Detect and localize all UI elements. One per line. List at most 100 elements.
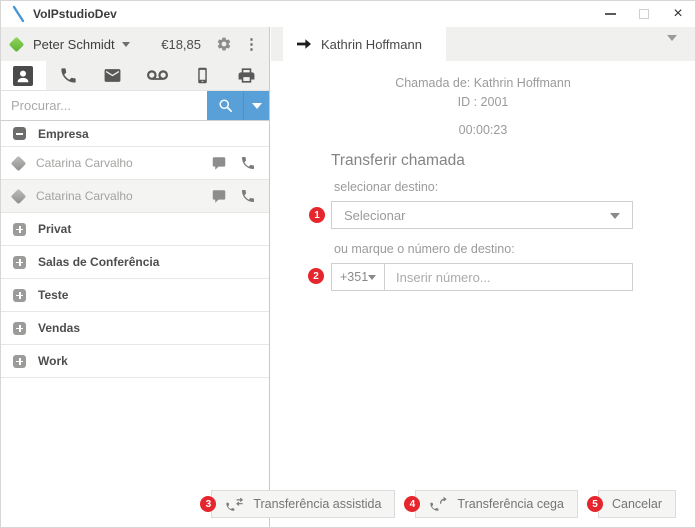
- close-button[interactable]: ×: [661, 1, 695, 27]
- call-panel: Kathrin Hoffmann Chamada de: Kathrin Hof…: [200, 27, 695, 527]
- call-icon[interactable]: [240, 155, 256, 171]
- tab-calls[interactable]: [46, 61, 91, 90]
- maximize-icon: [639, 9, 649, 19]
- more-menu-button[interactable]: ⋮: [244, 37, 259, 52]
- blind-transfer-group: 4 Transferência cega: [404, 490, 578, 518]
- tab-active-call[interactable]: Kathrin Hoffmann: [283, 27, 446, 61]
- search-input[interactable]: [1, 91, 207, 120]
- call-tabbar: Kathrin Hoffmann: [271, 27, 695, 61]
- blind-transfer-label: Transferência cega: [457, 497, 564, 511]
- transfer-actions: 3 Transferência assistida 4 Transferênci…: [200, 490, 676, 518]
- user-menu-caret-icon[interactable]: [121, 41, 130, 47]
- expand-icon: [13, 222, 26, 236]
- assisted-transfer-label: Transferência assistida: [253, 497, 382, 511]
- dial-destination-label: ou marque o número de destino:: [334, 242, 515, 256]
- tab-messages[interactable]: [90, 61, 135, 90]
- transfer-form: Transferir chamada selecionar destino: 1…: [308, 152, 633, 291]
- group-empresa[interactable]: Empresa: [1, 121, 269, 147]
- titlebar: VoIPstudioDev ×: [1, 1, 695, 27]
- app-window: VoIPstudioDev × Peter Schmidt €18,85 ⋮ P…: [0, 0, 696, 528]
- voicemail-icon: [146, 70, 168, 80]
- blind-transfer-button[interactable]: Transferência cega: [415, 490, 578, 518]
- step-badge-5: 5: [586, 496, 603, 512]
- tab-contacts[interactable]: [1, 61, 46, 90]
- user-name: Peter Schmidt: [33, 36, 115, 52]
- expand-icon: [13, 288, 26, 302]
- cancel-label: Cancelar: [611, 497, 662, 511]
- sidebar: Peter Schmidt €18,85 ⋮ Procurar... Empre…: [1, 27, 270, 527]
- select-destination-label: selecionar destino:: [334, 180, 439, 194]
- group-teste[interactable]: Teste: [1, 279, 269, 312]
- destination-select[interactable]: 1 Selecionar: [309, 201, 633, 229]
- caller-line: Chamada de: Kathrin Hoffmann: [395, 76, 571, 90]
- sidebar-tabs: [1, 61, 269, 91]
- phone-exchange-icon: [226, 497, 244, 511]
- chat-icon[interactable]: [211, 156, 227, 171]
- tab-list-button[interactable]: [667, 35, 677, 59]
- search-bar: [1, 91, 269, 121]
- close-icon: ×: [673, 5, 683, 22]
- tab-voicemail[interactable]: [135, 61, 180, 90]
- call-tab-label: Kathrin Hoffmann: [321, 36, 422, 52]
- app-logo-icon: [11, 5, 25, 23]
- contact-name: Catarina Carvalho: [36, 189, 133, 203]
- phone-forward-icon: [430, 496, 448, 511]
- maximize-button[interactable]: [627, 1, 661, 27]
- destination-select-value: Selecionar: [344, 207, 406, 223]
- group-label: Empresa: [38, 126, 89, 141]
- group-label: Privat: [38, 222, 72, 236]
- assisted-transfer-group: 3 Transferência assistida: [200, 490, 396, 518]
- chat-icon[interactable]: [211, 189, 227, 204]
- assisted-transfer-button[interactable]: Transferência assistida: [211, 490, 396, 518]
- chevron-down-icon: [610, 213, 620, 219]
- contact-actions: [211, 155, 256, 171]
- incoming-call-arrow-icon: [297, 39, 311, 49]
- collapse-icon: [13, 127, 26, 140]
- step-badge-1: 1: [309, 207, 325, 223]
- group-label: Salas de Conferência: [38, 255, 160, 269]
- minimize-button[interactable]: [593, 1, 627, 27]
- expand-icon: [13, 255, 26, 269]
- group-salas-de-conferencia[interactable]: Salas de Conferência: [1, 246, 269, 279]
- group-label: Work: [38, 354, 68, 368]
- envelope-icon: [104, 69, 121, 82]
- transfer-title: Transferir chamada: [331, 152, 465, 169]
- window-controls: ×: [593, 1, 695, 27]
- minimize-icon: [604, 13, 616, 15]
- expand-icon: [13, 354, 26, 368]
- cancel-button[interactable]: Cancelar: [597, 490, 676, 518]
- country-code-value: +351: [340, 270, 369, 284]
- search-button[interactable]: [207, 91, 243, 120]
- search-options-button[interactable]: [243, 91, 269, 120]
- contact-status-icon: [10, 155, 27, 171]
- call-info: Chamada de: Kathrin Hoffmann ID : 2001 0…: [271, 61, 695, 140]
- country-code-select[interactable]: +351: [331, 263, 385, 291]
- contact-list: Empresa Catarina Carvalho Catarina Carva…: [1, 121, 269, 378]
- contact-status-icon: [10, 188, 27, 204]
- group-label: Teste: [38, 288, 69, 302]
- user-header: Peter Schmidt €18,85 ⋮: [1, 27, 269, 61]
- contacts-icon: [13, 65, 34, 86]
- contact-actions: [211, 188, 256, 204]
- settings-button[interactable]: [216, 36, 232, 52]
- user-status-icon: [8, 36, 25, 52]
- call-icon[interactable]: [240, 188, 256, 204]
- group-label: Vendas: [38, 321, 81, 335]
- chevron-down-icon: [368, 274, 377, 280]
- tab-mobile[interactable]: [180, 61, 225, 90]
- account-balance: €18,85: [161, 36, 201, 52]
- tab-fax[interactable]: [224, 61, 269, 90]
- contact-row[interactable]: Catarina Carvalho: [1, 180, 269, 213]
- cancel-group: 5 Cancelar: [586, 490, 676, 518]
- step-badge-2: 2: [308, 268, 324, 284]
- group-privat[interactable]: Privat: [1, 213, 269, 246]
- contact-row[interactable]: Catarina Carvalho: [1, 147, 269, 180]
- gear-icon: [217, 37, 231, 51]
- phone-icon: [60, 68, 76, 83]
- app-title: VoIPstudioDev: [33, 7, 117, 21]
- group-work[interactable]: Work: [1, 345, 269, 378]
- chevron-down-icon: [251, 102, 262, 109]
- number-input[interactable]: [385, 263, 633, 291]
- search-icon: [218, 99, 232, 112]
- group-vendas[interactable]: Vendas: [1, 312, 269, 345]
